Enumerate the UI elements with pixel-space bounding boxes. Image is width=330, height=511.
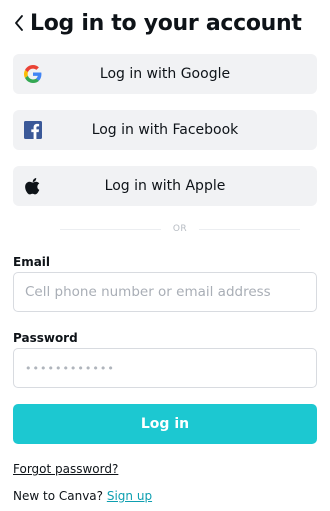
signup-row: New to Canva? Sign up — [13, 489, 152, 503]
or-divider: OR — [60, 222, 300, 236]
back-button[interactable] — [10, 9, 28, 37]
forgot-password-link[interactable]: Forgot password? — [13, 462, 118, 476]
google-icon — [24, 65, 42, 83]
sign-up-link[interactable]: Sign up — [107, 489, 152, 503]
page-title: Log in to your account — [30, 10, 302, 36]
password-label: Password — [13, 331, 78, 345]
login-with-facebook-button[interactable]: Log in with Facebook — [13, 110, 317, 150]
login-button[interactable]: Log in — [13, 404, 317, 444]
email-label: Email — [13, 255, 51, 269]
new-to-canva-text: New to Canva? — [13, 489, 104, 503]
chevron-left-icon — [15, 15, 23, 31]
or-text: OR — [172, 224, 188, 234]
header: Log in to your account — [10, 8, 320, 38]
facebook-button-label: Log in with Facebook — [91, 122, 239, 138]
facebook-icon — [24, 121, 42, 139]
apple-button-label: Log in with Apple — [104, 178, 226, 194]
google-button-label: Log in with Google — [99, 66, 231, 82]
login-with-google-button[interactable]: Log in with Google — [13, 54, 317, 94]
divider-line-right — [199, 228, 300, 230]
email-field[interactable] — [13, 272, 317, 312]
apple-icon — [24, 177, 42, 195]
password-field[interactable] — [13, 348, 317, 388]
login-with-apple-button[interactable]: Log in with Apple — [13, 166, 317, 206]
divider-line-left — [60, 228, 161, 230]
